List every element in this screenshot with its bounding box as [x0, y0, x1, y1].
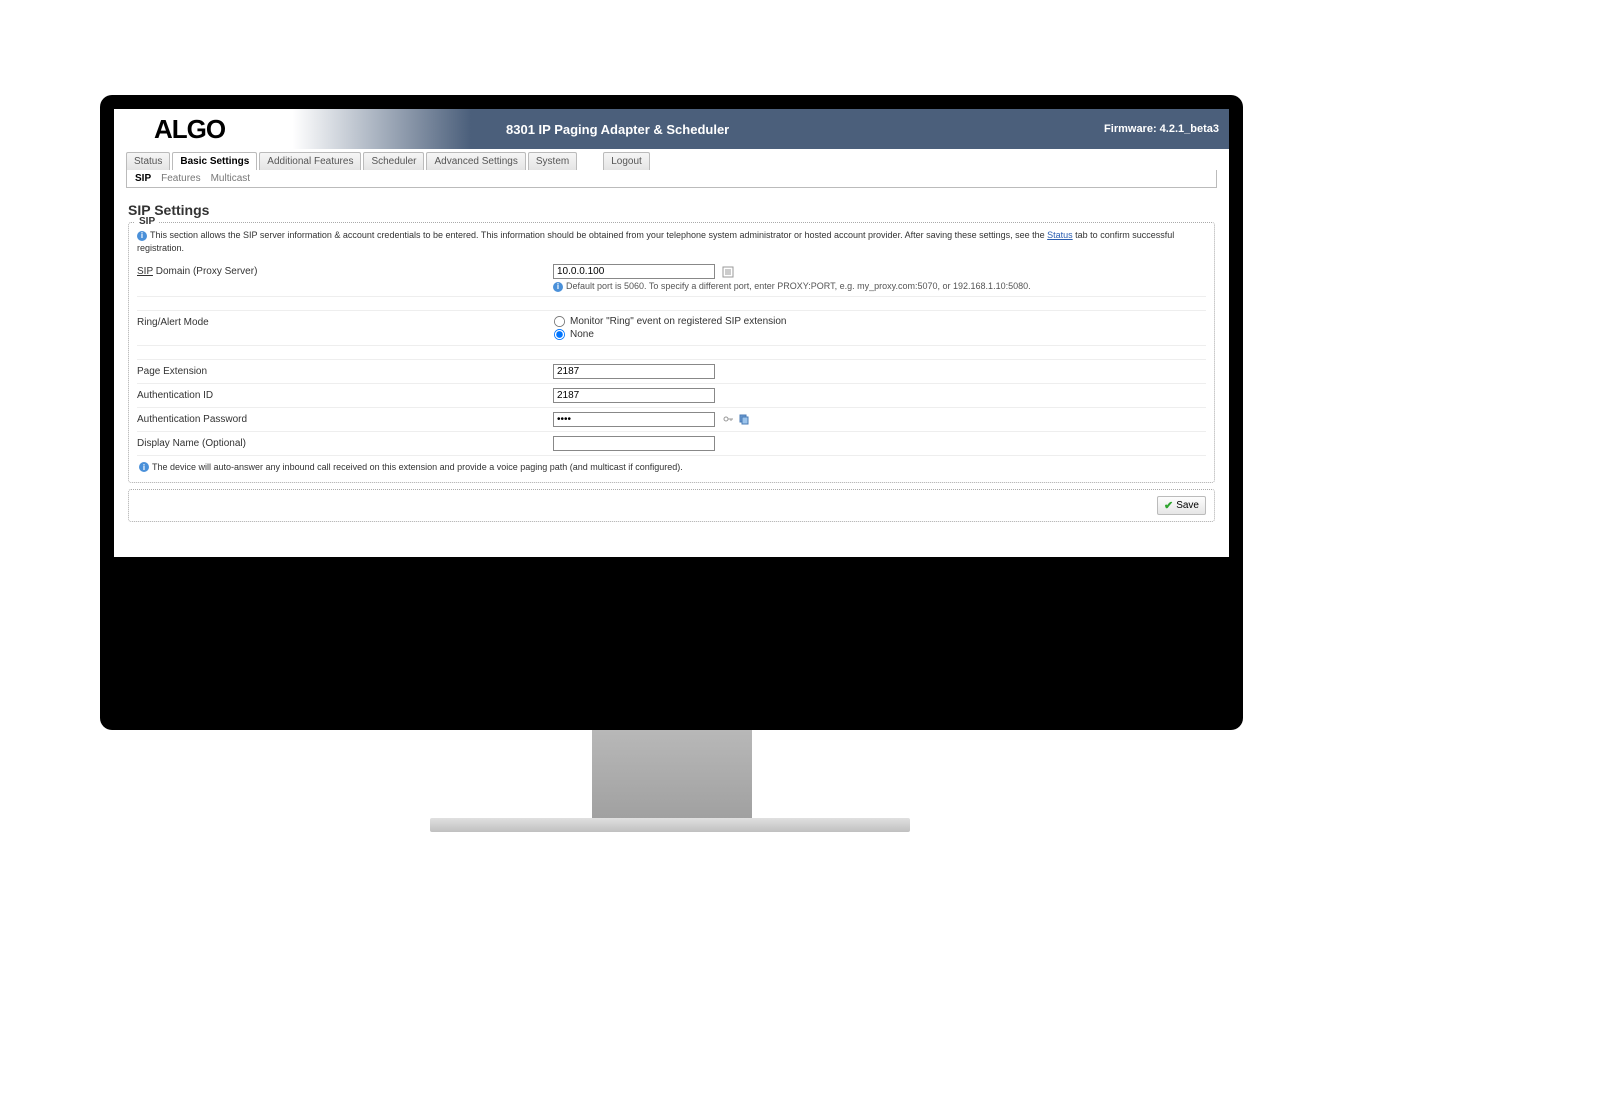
- footer-note-text: The device will auto-answer any inbound …: [152, 462, 683, 472]
- label-sip-domain: SIP Domain (Proxy Server): [137, 264, 553, 277]
- label-sip-domain-rest: Domain (Proxy Server): [153, 266, 257, 277]
- page-title: SIP Settings: [128, 202, 1215, 218]
- label-sip-domain-ul: SIP: [137, 266, 153, 277]
- label-page-extension: Page Extension: [137, 364, 553, 377]
- input-display-name[interactable]: [553, 436, 715, 451]
- content-area: SIP Settings SIP iThis section allows th…: [114, 188, 1229, 532]
- label-auth-password: Authentication Password: [137, 412, 553, 425]
- monitor-stand: [592, 730, 752, 820]
- label-display-name: Display Name (Optional): [137, 436, 553, 449]
- check-icon: ✔: [1164, 499, 1173, 512]
- tab-logout[interactable]: Logout: [603, 152, 650, 170]
- radio-none[interactable]: [554, 329, 565, 340]
- input-auth-id[interactable]: [553, 388, 715, 403]
- input-auth-password[interactable]: [553, 412, 715, 427]
- row-auth-password: Authentication Password: [137, 408, 1206, 432]
- monitor-base: [430, 818, 910, 832]
- tab-scheduler[interactable]: Scheduler: [363, 152, 424, 170]
- row-spacer: [137, 346, 1206, 360]
- row-ring-mode: Ring/Alert Mode Monitor "Ring" event on …: [137, 311, 1206, 346]
- screen: ALGO 8301 IP Paging Adapter & Scheduler …: [114, 109, 1229, 557]
- fieldset-legend: SIP: [135, 216, 159, 227]
- tab-additional-features[interactable]: Additional Features: [259, 152, 361, 170]
- status-link[interactable]: Status: [1047, 230, 1073, 240]
- label-ring-mode: Ring/Alert Mode: [137, 315, 553, 328]
- radio-monitor[interactable]: [554, 316, 565, 327]
- row-page-extension: Page Extension: [137, 360, 1206, 384]
- row-auth-id: Authentication ID: [137, 384, 1206, 408]
- tab-status[interactable]: Status: [126, 152, 170, 170]
- copy-password-icon[interactable]: [738, 413, 750, 425]
- logo: ALGO: [154, 114, 225, 145]
- radio-none-row: None: [553, 328, 1206, 341]
- label-auth-id: Authentication ID: [137, 388, 553, 401]
- intro-pre: This section allows the SIP server infor…: [150, 230, 1047, 240]
- radio-none-label: None: [570, 329, 594, 340]
- info-icon: i: [137, 231, 147, 241]
- tab-advanced-settings[interactable]: Advanced Settings: [426, 152, 525, 170]
- hint-sip-domain: iDefault port is 5060. To specify a diff…: [553, 281, 1206, 292]
- subtab-sip[interactable]: SIP: [135, 173, 151, 184]
- row-sip-domain: SIP Domain (Proxy Server) iDefault port …: [137, 260, 1206, 297]
- subtab-features[interactable]: Features: [161, 173, 200, 184]
- info-icon: i: [139, 462, 149, 472]
- hint-sip-domain-text: Default port is 5060. To specify a diffe…: [566, 281, 1031, 291]
- save-button[interactable]: ✔ Save: [1157, 496, 1206, 515]
- radio-monitor-label: Monitor "Ring" event on registered SIP e…: [570, 316, 786, 327]
- monitor-frame: ALGO 8301 IP Paging Adapter & Scheduler …: [100, 95, 1243, 730]
- footer-note: iThe device will auto-answer any inbound…: [137, 456, 1206, 475]
- row-display-name: Display Name (Optional): [137, 432, 1206, 456]
- firmware-label: Firmware: 4.2.1_beta3: [1104, 123, 1219, 135]
- tab-basic-settings[interactable]: Basic Settings: [172, 152, 257, 170]
- reveal-password-icon[interactable]: [722, 413, 734, 425]
- header-bar: ALGO 8301 IP Paging Adapter & Scheduler …: [114, 109, 1229, 149]
- input-page-extension[interactable]: [553, 364, 715, 379]
- sub-tabs: SIP Features Multicast: [126, 170, 1217, 188]
- product-title: 8301 IP Paging Adapter & Scheduler: [506, 122, 729, 137]
- info-icon: i: [553, 282, 563, 292]
- row-spacer: [137, 297, 1206, 311]
- save-button-label: Save: [1176, 500, 1199, 511]
- save-bar: ✔ Save: [128, 489, 1215, 522]
- notes-icon[interactable]: [722, 266, 734, 278]
- intro-info: iThis section allows the SIP server info…: [137, 229, 1206, 254]
- tab-system[interactable]: System: [528, 152, 577, 170]
- main-tabs: Status Basic Settings Additional Feature…: [126, 152, 1229, 170]
- subtab-multicast[interactable]: Multicast: [211, 173, 250, 184]
- sip-fieldset: SIP iThis section allows the SIP server …: [128, 222, 1215, 483]
- radio-monitor-row: Monitor "Ring" event on registered SIP e…: [553, 315, 1206, 328]
- input-sip-domain[interactable]: [553, 264, 715, 279]
